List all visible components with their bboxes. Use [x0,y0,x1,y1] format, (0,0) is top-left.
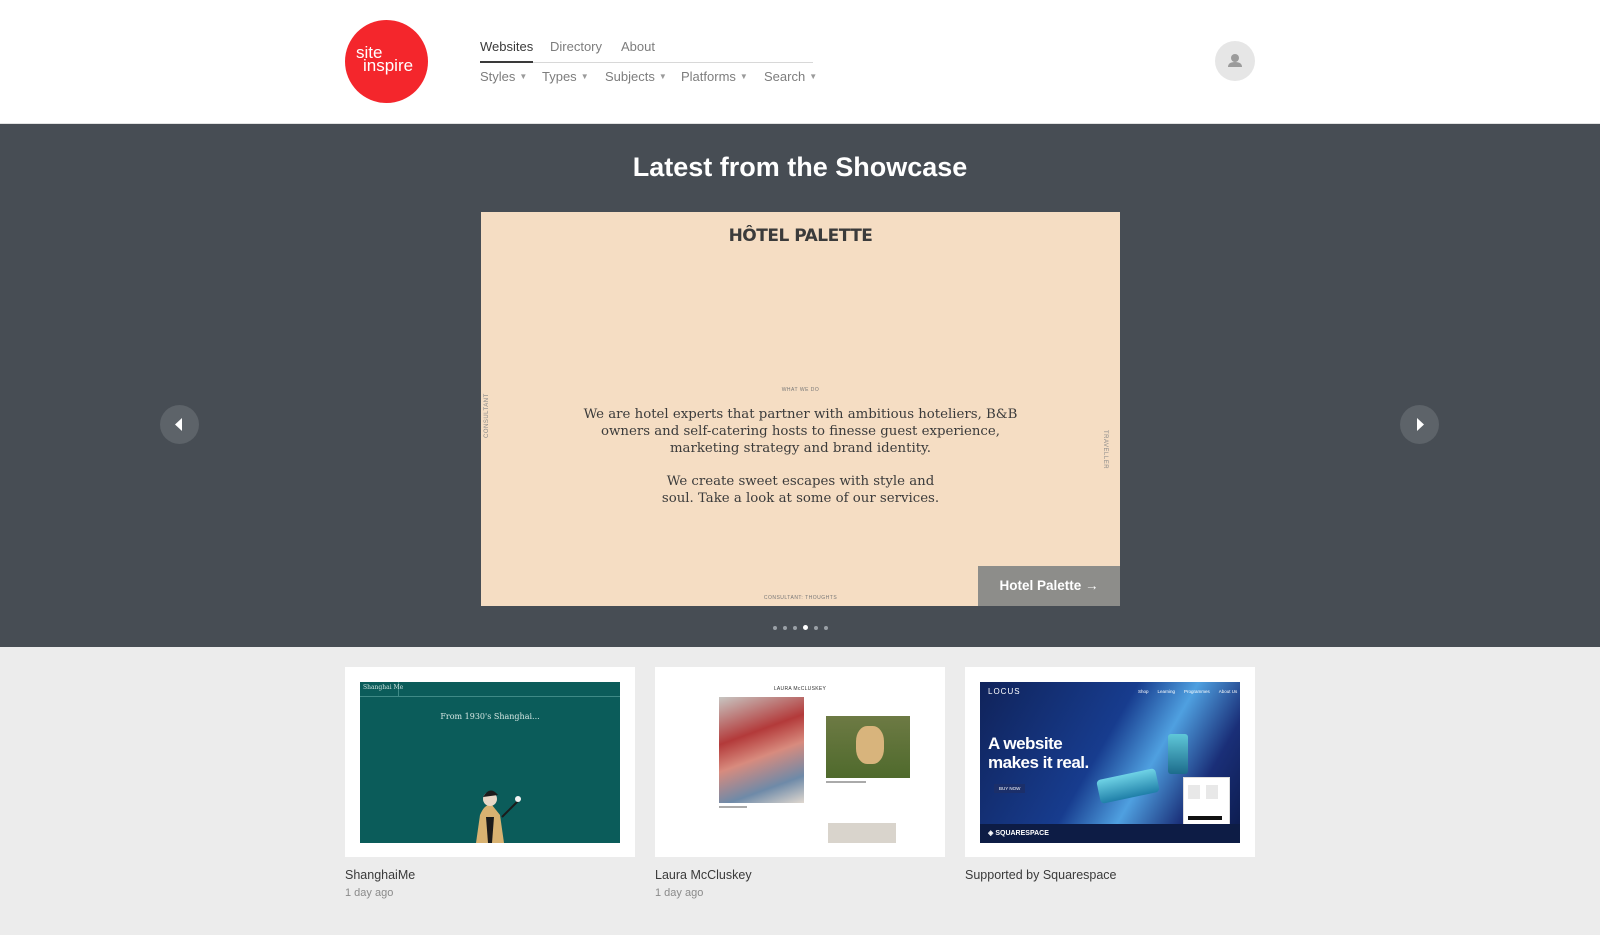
slide-paragraph-2: We create sweet escapes with style and s… [661,474,940,506]
illustration-figure-icon [476,790,521,843]
carousel-dot[interactable] [792,626,797,630]
thumb-headline-1: A website [988,734,1063,753]
carousel-dot-active[interactable] [802,625,808,630]
slide-paragraph-1: We are hotel experts that partner with a… [583,407,1018,456]
nav-websites[interactable]: Websites [480,39,534,63]
main-nav: Websites Directory About [480,39,813,63]
site-card-shanghaime[interactable]: Shanghai Me From 1930's Shanghai... [345,667,635,857]
card-title[interactable]: Laura McCluskey [655,868,752,882]
nav-subjects-dropdown[interactable]: Subjects ▼ [605,69,667,84]
carousel-next-button[interactable] [1400,405,1439,444]
card-date: 1 day ago [345,887,394,899]
carousel-dot[interactable] [813,626,818,630]
slide-label-top: WHAT WE DO [781,387,820,393]
carousel-dot[interactable] [823,626,828,630]
nav-types-dropdown[interactable]: Types ▼ [542,69,589,84]
card-thumbnail: LAURA McCLUSKEY [670,682,930,843]
carousel-pagination [0,625,1600,630]
chevron-down-icon: ▼ [519,72,528,81]
nav-platforms-dropdown[interactable]: Platforms ▼ [681,69,748,84]
nav-styles-label: Styles [480,69,516,84]
nav-types-label: Types [542,69,577,84]
nav-search-label: Search [764,69,806,84]
carousel-dot[interactable] [772,626,777,630]
card-thumbnail: LOCUS Shop Learning Programmes About Us … [980,682,1240,843]
chevron-down-icon: ▼ [658,72,667,81]
card-thumbnail: Shanghai Me From 1930's Shanghai... [360,682,620,843]
card-title[interactable]: Supported by Squarespace [965,868,1117,882]
chevron-down-icon: ▼ [580,72,589,81]
thumb-nav: Shop Learning Programmes About Us [1138,689,1238,694]
chevron-down-icon: ▼ [739,72,748,81]
thumb-text: From 1930's Shanghai... [440,712,540,721]
siteinspire-logo[interactable]: site inspire [345,20,428,103]
card-title[interactable]: ShanghaiMe [345,868,415,882]
nav-search-dropdown[interactable]: Search ▼ [764,69,817,84]
showcase-title: Latest from the Showcase [632,152,968,182]
chevron-down-icon: ▼ [809,72,818,81]
nav-about[interactable]: About [621,39,655,54]
showcase-section: Latest from the Showcase HÔTEL PALETTE W… [0,124,1600,647]
site-card-laura-mccluskey[interactable]: LAURA McCLUSKEY [655,667,945,857]
nav-styles-dropdown[interactable]: Styles ▼ [480,69,527,84]
nav-platforms-label: Platforms [681,69,736,84]
logo-text-inspire: inspire [363,56,414,75]
thumb-headline-2: makes it real. [988,753,1089,772]
nav-subjects-label: Subjects [605,69,655,84]
user-account-button[interactable] [1215,41,1255,81]
slide-side-right: TRAVELLER [1102,430,1108,470]
slide-side-left: CONSULTANT [484,393,490,438]
thumb-photo-crowd [719,697,804,803]
carousel-prev-button[interactable] [160,405,199,444]
thumb-cta: BUY NOW [994,784,1026,793]
squarespace-wordmark: SQUARESPACE [995,830,1049,837]
slide-site-link[interactable]: Hotel Palette → [978,566,1120,606]
user-icon [1228,54,1242,67]
chevron-left-icon [175,418,182,431]
slide-brand: HÔTEL PALETTE [728,226,873,246]
nav-directory[interactable]: Directory [550,39,602,54]
site-header: site inspire Websites Directory About St… [0,0,1600,124]
thumb-header: Shanghai Me [363,684,404,691]
showcase-slide[interactable]: HÔTEL PALETTE WHAT WE DO CONSULTANT TRAV… [481,212,1120,606]
thumb-product-bottle [1096,768,1160,804]
carousel-dot[interactable] [782,626,787,630]
squarespace-logo: ◈ SQUARESPACE [988,829,1049,837]
thumb-brand: LOCUS [988,687,1021,696]
thumb-photo-partial [828,823,896,843]
card-date: 1 day ago [655,887,704,899]
thumb-header: LAURA McCLUSKEY [773,686,827,692]
sponsored-card-squarespace[interactable]: LOCUS Shop Learning Programmes About Us … [965,667,1255,857]
chevron-right-icon [1417,418,1424,431]
